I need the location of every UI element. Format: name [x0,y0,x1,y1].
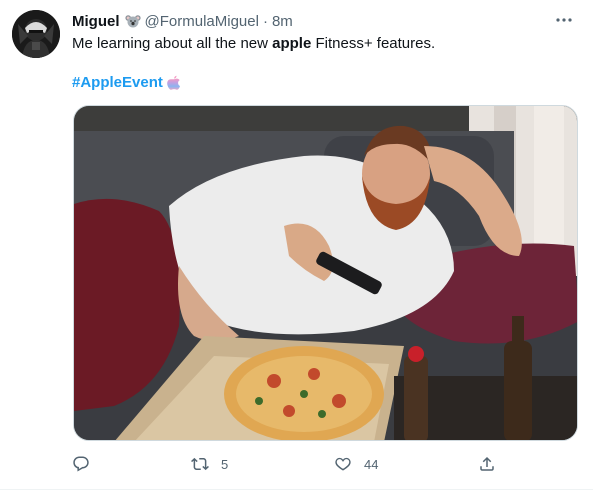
koala-icon [124,13,141,29]
tweet-actions: 5 44 [72,452,502,476]
reply-button[interactable] [72,452,90,476]
separator: · [262,12,268,30]
tweet-media-image[interactable] [73,105,578,441]
more-icon [556,18,572,22]
avatar[interactable] [12,10,60,58]
more-options-button[interactable] [555,11,573,29]
share-icon [480,456,494,471]
apple-rainbow-icon [167,75,180,90]
text-after: Fitness+ features. [311,35,436,52]
text-bold: apple [272,35,312,52]
retweet-button[interactable]: 5 [191,452,228,476]
text-before: Me learning about all the new [72,35,273,52]
display-name[interactable]: Miguel [72,13,120,30]
tweet[interactable]: Miguel @FormulaMiguel · 8m Me learning a… [0,0,593,490]
retweet-icon [191,457,209,471]
heart-icon [335,457,351,471]
hashtag-text[interactable]: #AppleEvent [72,73,163,93]
meme-photo [74,106,577,440]
reply-icon [73,456,89,472]
share-button[interactable] [478,452,496,476]
like-count: 44 [364,456,379,472]
timestamp[interactable]: 8m [272,13,293,30]
like-button[interactable]: 44 [334,452,378,476]
hashtag-link[interactable]: #AppleEvent [72,73,181,93]
tweet-header: Miguel @FormulaMiguel · 8m [72,11,293,31]
handle[interactable]: @FormulaMiguel [145,13,259,30]
tweet-text: Me learning about all the new apple Fitn… [72,34,435,54]
retweet-count: 5 [221,456,229,472]
